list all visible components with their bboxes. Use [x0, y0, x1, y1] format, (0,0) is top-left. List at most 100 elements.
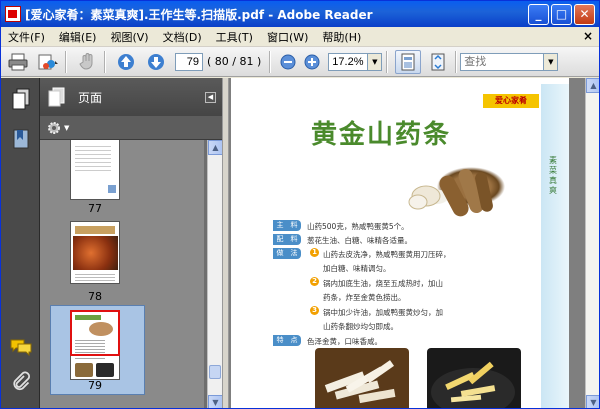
comments-nav-button[interactable]	[10, 336, 32, 358]
text-line: 药条，炸至金黄色捞出。	[323, 293, 406, 302]
menu-edit[interactable]: 编辑(E)	[52, 29, 104, 45]
menu-bar: 文件(F) 编辑(E) 视图(V) 文档(D) 工具(T) 窗口(W) 帮助(H…	[1, 27, 599, 47]
panel-splitter[interactable]	[222, 78, 229, 408]
next-page-button[interactable]	[143, 50, 169, 74]
step-number: 2	[310, 277, 319, 286]
recipe-photo-main	[406, 156, 506, 224]
text-line: 山药去皮洗净，熟咸鸭蛋黄用刀压碎，	[323, 250, 451, 259]
document-view: 素菜真爽 爱心家肴 黄金山药条 主 料 山药500克，熟咸鸭蛋黄5个。 配 料 …	[229, 78, 585, 408]
fit-page-icon	[401, 53, 415, 70]
chevron-down-icon: ▼	[64, 123, 70, 132]
step-photo-1	[315, 348, 409, 408]
fit-width-button[interactable]	[425, 50, 451, 74]
page-thumbnail[interactable]	[70, 221, 120, 284]
fit-page-button[interactable]	[395, 49, 422, 74]
doc-scrollbar-track[interactable]	[587, 94, 599, 394]
find-input[interactable]	[460, 52, 545, 71]
page-thumbnail-label: 78	[88, 290, 102, 303]
toolbar: ( 80 / 81 ) ▼ ▼	[1, 47, 599, 77]
recipe-title: 黄金山药条	[311, 120, 452, 150]
zoom-select[interactable]	[328, 52, 369, 71]
menu-document[interactable]: 文档(D)	[156, 29, 209, 45]
paperclip-icon	[13, 371, 30, 391]
pdf-app-icon[interactable]	[5, 6, 21, 22]
page-side-tab: 素菜真爽	[541, 84, 569, 408]
menu-file[interactable]: 文件(F)	[1, 29, 52, 45]
page-number-input[interactable]	[175, 52, 203, 71]
zoom-out-button[interactable]	[278, 50, 298, 74]
text-line: 山药条翻炒均匀即成。	[323, 322, 398, 331]
window-title: [爱心家肴：素菜真爽].王作生等.扫描版.pdf - Adobe Reader	[25, 7, 373, 22]
printer-icon	[8, 53, 28, 70]
viewport-indicator[interactable]	[70, 310, 120, 356]
scroll-up-button[interactable]: ▲	[208, 140, 223, 155]
section-label-seasonings: 配 料	[273, 234, 301, 245]
scrollbar-track[interactable]	[208, 155, 222, 380]
text-line: 锅中加少许油，加咸鸭蛋黄炒匀，加	[323, 308, 443, 317]
step-number: 1	[310, 248, 319, 257]
text-line: 色泽金黄，口味香咸。	[307, 337, 382, 346]
pages-nav-button[interactable]	[10, 88, 32, 110]
arrow-up-icon	[118, 53, 134, 70]
step-number: 3	[310, 306, 319, 315]
text-line: 加白糖、味精调匀。	[323, 264, 391, 273]
yam-illustration	[408, 168, 493, 217]
menu-view[interactable]: 视图(V)	[103, 29, 155, 45]
options-button[interactable]: ▼	[46, 120, 69, 136]
text-line: 葱花生油、白糖、味精各适量。	[307, 236, 412, 245]
maximize-button[interactable]: □	[551, 4, 572, 25]
doc-scroll-up-button[interactable]: ▲	[586, 78, 599, 93]
print-button[interactable]	[5, 50, 31, 74]
doc-scroll-down-button[interactable]: ▼	[586, 395, 599, 408]
scroll-down-button[interactable]: ▼	[208, 395, 223, 408]
menu-tools[interactable]: 工具(T)	[209, 29, 260, 45]
title-bar: [爱心家肴：素菜真爽].王作生等.扫描版.pdf - Adobe Reader …	[1, 1, 599, 27]
app-window: [爱心家肴：素菜真爽].王作生等.扫描版.pdf - Adobe Reader …	[0, 0, 600, 409]
section-label-method: 做 法	[273, 248, 301, 259]
pdf-page: 素菜真爽 爱心家肴 黄金山药条 主 料 山药500克，熟咸鸭蛋黄5个。 配 料 …	[231, 78, 569, 408]
zoom-in-icon	[304, 54, 320, 69]
fit-width-icon	[431, 53, 445, 70]
panel-title: 页面	[78, 90, 103, 105]
page-thumbnail-label: 79	[88, 379, 102, 392]
thumbnail-scrollbar[interactable]: ▲ ▼	[207, 140, 223, 408]
panel-collapse-button[interactable]: ◀	[205, 92, 216, 103]
text-line: 锅内加底生油，烧至五成热时，加山	[323, 279, 443, 288]
close-document-button[interactable]: ×	[583, 29, 593, 43]
page-count: ( 80 / 81 )	[207, 55, 262, 68]
fried-yam-illustration	[431, 361, 515, 408]
comment-icon	[10, 339, 32, 356]
page-thumbnail-current[interactable]	[70, 310, 120, 380]
thumbnail-list: 77 78 79	[40, 140, 204, 408]
collaborate-button[interactable]	[35, 50, 61, 74]
document-scrollbar[interactable]: ▲ ▼	[585, 78, 599, 408]
yam-sticks-illustration	[324, 360, 396, 404]
share-icon	[38, 54, 58, 69]
page-brand-badge: 爱心家肴	[483, 94, 539, 108]
step-photo-2	[427, 348, 521, 408]
pages-icon	[12, 88, 30, 110]
previous-page-button[interactable]	[113, 50, 139, 74]
bookmarks-nav-button[interactable]	[10, 128, 32, 150]
page-side-text: 素菜真爽	[549, 156, 557, 195]
navigation-sidebar	[1, 78, 40, 408]
menu-window[interactable]: 窗口(W)	[260, 29, 315, 45]
zoom-dropdown-arrow[interactable]: ▼	[368, 52, 383, 71]
section-label-main-ingredients: 主 料	[273, 220, 301, 231]
bookmark-icon	[13, 129, 29, 149]
hand-icon	[79, 52, 93, 70]
attachments-nav-button[interactable]	[10, 370, 32, 392]
menu-help[interactable]: 帮助(H)	[315, 29, 368, 45]
page-thumbnail-label: 77	[88, 202, 102, 215]
minimize-button[interactable]: _	[528, 4, 549, 25]
pages-panel-icon	[48, 87, 65, 107]
page-thumbnail[interactable]	[70, 140, 120, 200]
zoom-in-button[interactable]	[302, 50, 322, 74]
close-button[interactable]: ✕	[574, 4, 595, 25]
hand-tool-button[interactable]	[74, 50, 100, 74]
section-label-features: 特 点	[273, 335, 301, 346]
gear-icon	[48, 121, 60, 134]
find-dropdown-arrow[interactable]: ▼	[544, 52, 559, 71]
arrow-down-icon	[148, 53, 164, 70]
scrollbar-thumb[interactable]	[209, 365, 221, 379]
